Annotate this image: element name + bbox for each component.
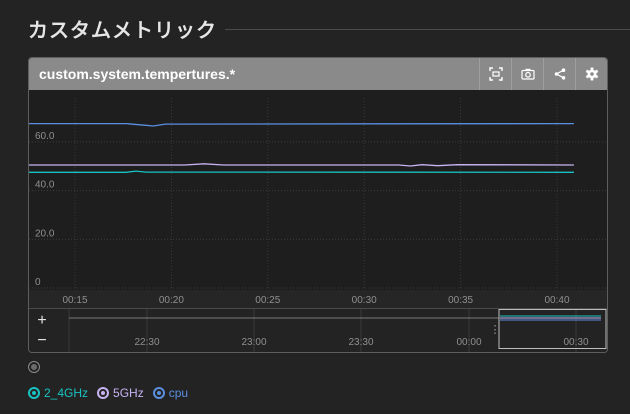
x-tick-label: 00:35: [448, 295, 473, 306]
share-button[interactable]: [543, 58, 576, 90]
y-tick-label: 60.0: [35, 131, 55, 142]
navigator-selection-window[interactable]: [498, 309, 607, 349]
fullscreen-button[interactable]: [479, 58, 512, 90]
y-tick-label: 40.0: [35, 180, 55, 191]
x-tick-label: 00:20: [159, 295, 184, 306]
chart-panel: custom.system.tempertures.* 0 20.0 40.0 …: [28, 57, 608, 353]
x-tick-label: 00:30: [352, 295, 377, 306]
screenshot-button[interactable]: [511, 58, 544, 90]
range-navigator[interactable]: + − 22:3023:0023:3000:0000:30⋮⋮: [29, 308, 607, 352]
legend-radio-icon: [97, 387, 110, 399]
legend-radio-icon: [152, 387, 165, 399]
legend-radio-icon: [28, 387, 40, 399]
legend-item-2_4GHz[interactable]: 2_4GHz: [28, 386, 88, 400]
legend-label: cpu: [168, 386, 189, 400]
y-tick-label: 0: [35, 277, 41, 288]
navigator-handle-icon[interactable]: ⋮: [490, 324, 501, 336]
navigator-chart: 22:3023:0023:3000:0000:30⋮⋮: [68, 309, 607, 352]
settings-button[interactable]: [575, 58, 607, 90]
camera-icon: [521, 68, 535, 80]
legend-item-cpu[interactable]: cpu: [152, 386, 189, 400]
x-tick-label: 00:40: [544, 295, 569, 306]
gear-icon: [585, 67, 599, 81]
navigator-tick-label: 22:30: [134, 337, 159, 348]
series-line-5GHz: [29, 163, 574, 167]
fullscreen-icon: [489, 67, 503, 81]
navigator-tick-label: 00:30: [563, 337, 588, 348]
series-toggle-all[interactable]: [28, 361, 40, 373]
navigator-tick-label: 23:00: [241, 337, 266, 348]
series-line-2_4GHz: [29, 170, 574, 173]
panel-header: custom.system.tempertures.*: [29, 58, 607, 90]
line-chart: 0 20.0 40.0 60.0 00:15 00:20 00:25 00:30 00:35 00…: [29, 98, 607, 308]
share-icon: [554, 68, 566, 80]
legend: 2_4GHz 5GHz cpu: [28, 386, 188, 400]
plot-area[interactable]: 0 20.0 40.0 60.0 00:15 00:20 00:25 00:30 00:35 00…: [29, 90, 607, 308]
section-title: カスタムメトリック: [28, 18, 217, 42]
section-divider: [225, 29, 630, 30]
series-line-cpu: [29, 122, 574, 127]
navigator-tick-label: 00:00: [456, 337, 481, 348]
legend-label: 5GHz: [113, 386, 144, 400]
panel-title: custom.system.tempertures.*: [39, 66, 236, 82]
y-tick-label: 20.0: [35, 228, 55, 239]
legend-label: 2_4GHz: [44, 386, 89, 400]
x-tick-label: 00:25: [255, 295, 280, 306]
legend-item-5GHz[interactable]: 5GHz: [97, 386, 144, 400]
x-tick-label: 00:15: [62, 295, 87, 306]
navigator-tick-label: 23:30: [348, 337, 373, 348]
x-axis-band: [29, 290, 607, 308]
